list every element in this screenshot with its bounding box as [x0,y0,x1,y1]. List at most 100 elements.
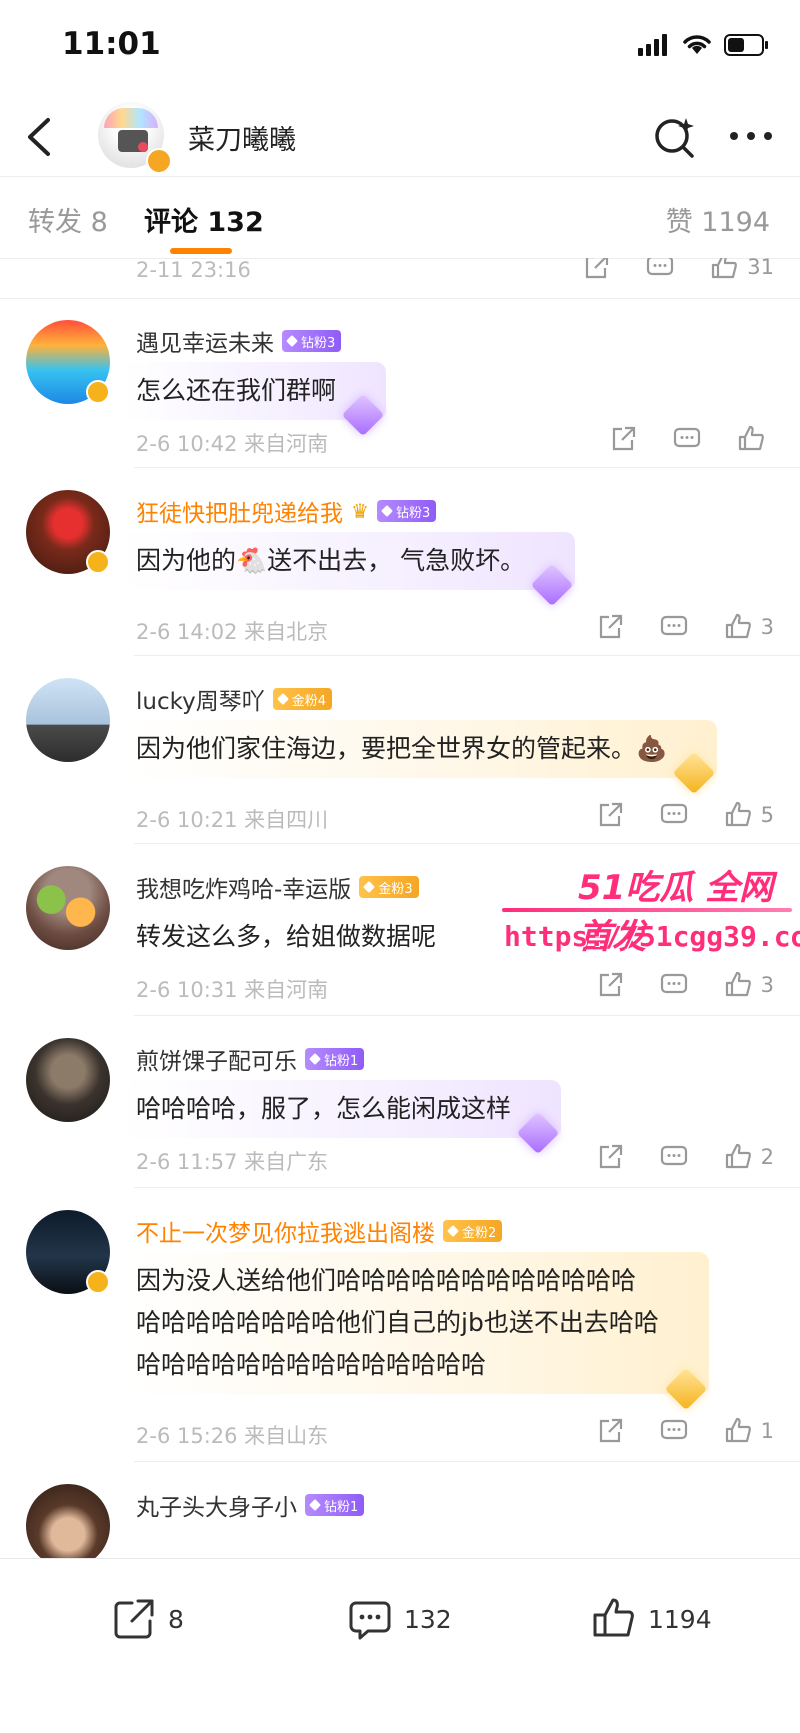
tab-active-indicator [170,248,232,254]
repost-button[interactable]: 8 [110,1595,184,1643]
avatar[interactable] [26,1038,110,1122]
comment-item: 狂徒快把肚兜递给我 ♛ 钻粉3 因为他的🐔送不出去， 气急败坏。 2-6 14:… [0,468,800,656]
share-button[interactable] [595,970,625,1000]
gold-gem-icon [276,693,289,705]
fan-badge: 金粉3 [359,876,419,898]
like-count: 31 [747,258,774,279]
tab-bar: 转发 8 评论 132 赞 1194 [0,176,800,259]
reply-button[interactable] [659,970,689,1000]
diamond-icon [309,1499,321,1511]
like-button[interactable] [736,424,774,454]
diamond-icon [341,393,385,437]
comment-button[interactable]: 132 [346,1595,452,1643]
comment-text: 因为他们家住海边，要把全世界女的管起来。💩 [136,734,668,763]
comment-time: 2-6 11:57 来自广东 [136,1150,329,1174]
tab-repost[interactable]: 转发 8 [28,200,108,239]
share-button[interactable] [595,800,625,830]
share-icon [612,426,636,451]
comment-item: lucky周琴吖 金粉4 因为他们家住海边，要把全世界女的管起来。💩 2-6 1… [0,656,800,844]
like-button[interactable]: 31 [709,258,774,282]
share-button[interactable] [595,1142,625,1172]
comment-icon [660,1145,687,1166]
comment-text-line: 哈哈哈哈哈哈哈哈哈哈哈哈哈哈 [136,1350,487,1379]
diamond-icon [380,505,393,517]
wifi-icon [683,35,711,54]
comment-item: 煎饼馃子配可乐 钻粉1 哈哈哈哈，服了，怎么能闲成这样 2-6 11:57 来自… [0,1016,800,1188]
share-button[interactable] [595,1416,625,1446]
like-button[interactable]: 2 [723,1142,774,1172]
fan-badge: 金粉2 [443,1220,503,1242]
comment-time: 2-6 10:21 来自四川 [136,808,329,832]
reply-button[interactable] [659,800,689,830]
like-button[interactable]: 5 [723,800,774,830]
fan-badge: 钻粉3 [376,500,437,522]
comment-bubble: 因为他们家住海边，要把全世界女的管起来。💩 [124,720,718,795]
comment-text: 转发这么多，给姐做数据呢 [136,922,437,951]
reply-button[interactable] [672,424,702,454]
comment-time: 2-6 15:26 来自山东 [136,1424,329,1448]
comment-username[interactable]: lucky周琴吖 [136,682,265,716]
tab-like[interactable]: 赞 1194 [666,200,770,239]
reply-button[interactable] [645,258,675,282]
like-count: 1194 [648,1604,712,1634]
like-count: 3 [760,615,774,639]
crown-icon: ♛ [351,499,369,523]
comment-icon [673,427,701,448]
comment-username[interactable]: 不止一次梦见你拉我逃出阁楼 [136,1214,435,1248]
gold-gem-icon [664,1367,708,1411]
comment-icon [660,973,687,994]
verified-icon [86,1270,110,1294]
like-button[interactable]: 1194 [590,1595,712,1643]
like-button[interactable]: 3 [723,970,774,1000]
nav-header: 菜刀曦曦 [0,96,800,177]
comment-bubble: 哈哈哈哈，服了，怎么能闲成这样 [124,1080,562,1155]
share-button[interactable] [581,258,611,282]
comment-text: 怎么还在我们群啊 [136,376,337,405]
like-button[interactable]: 3 [723,612,774,642]
like-count: 3 [760,973,774,997]
share-button[interactable] [608,424,638,454]
thumbs-up-icon [725,613,751,639]
share-icon [599,614,622,639]
comment-text-line: 哈哈哈哈哈哈哈哈他们自己的jb也送不出去哈哈 [136,1308,659,1337]
reply-button[interactable] [659,1416,689,1446]
comment-time: 2-11 23:16 [136,258,251,282]
watermark: 51吃瓜 全网首发 https://51cgg39.com [500,860,800,970]
gold-gem-icon [447,1225,459,1237]
profile-username[interactable]: 菜刀曦曦 [188,118,296,157]
share-icon [599,1144,622,1169]
avatar[interactable] [26,678,110,762]
like-button[interactable]: 1 [723,1416,774,1446]
gold-gem-icon [672,751,716,795]
fan-badge: 钻粉1 [305,1494,365,1516]
diamond-icon [516,1111,560,1155]
comment-username[interactable]: 丸子头大身子小 [136,1488,297,1522]
comment-username[interactable]: 煎饼馃子配可乐 [136,1042,297,1076]
comment-username[interactable]: 我想吃炸鸡哈-幸运版 [136,870,351,904]
comment-count: 132 [404,1604,452,1634]
thumbs-up-icon [712,258,738,279]
repost-icon [114,1599,154,1639]
comment-item: 遇见幸运未来 钻粉3 怎么还在我们群啊 2-6 10:42 来自河南 [0,298,800,468]
verified-icon [146,148,172,174]
gold-gem-icon [363,881,376,893]
share-icon [599,1418,622,1443]
comment-username[interactable]: 狂徒快把肚兜递给我 [136,494,343,528]
reply-button[interactable] [659,612,689,642]
avatar[interactable] [26,1484,110,1558]
share-icon [599,802,622,827]
avatar[interactable] [26,866,110,950]
reply-button[interactable] [659,1142,689,1172]
comment-username[interactable]: 遇见幸运未来 [136,324,274,358]
signal-icon [638,34,667,56]
tab-comment[interactable]: 评论 132 [144,200,264,239]
back-icon[interactable] [20,114,60,160]
comment-text: 哈哈哈哈，服了，怎么能闲成这样 [136,1094,512,1123]
comment-time: 2-6 14:02 来自北京 [136,620,329,644]
share-button[interactable] [595,612,625,642]
thumbs-up-icon [725,1143,751,1169]
comment-bubble: 因为他的🐔送不出去， 气急败坏。 [124,532,576,607]
search-icon[interactable] [652,114,698,160]
share-icon [599,972,622,997]
more-icon[interactable] [726,124,776,148]
